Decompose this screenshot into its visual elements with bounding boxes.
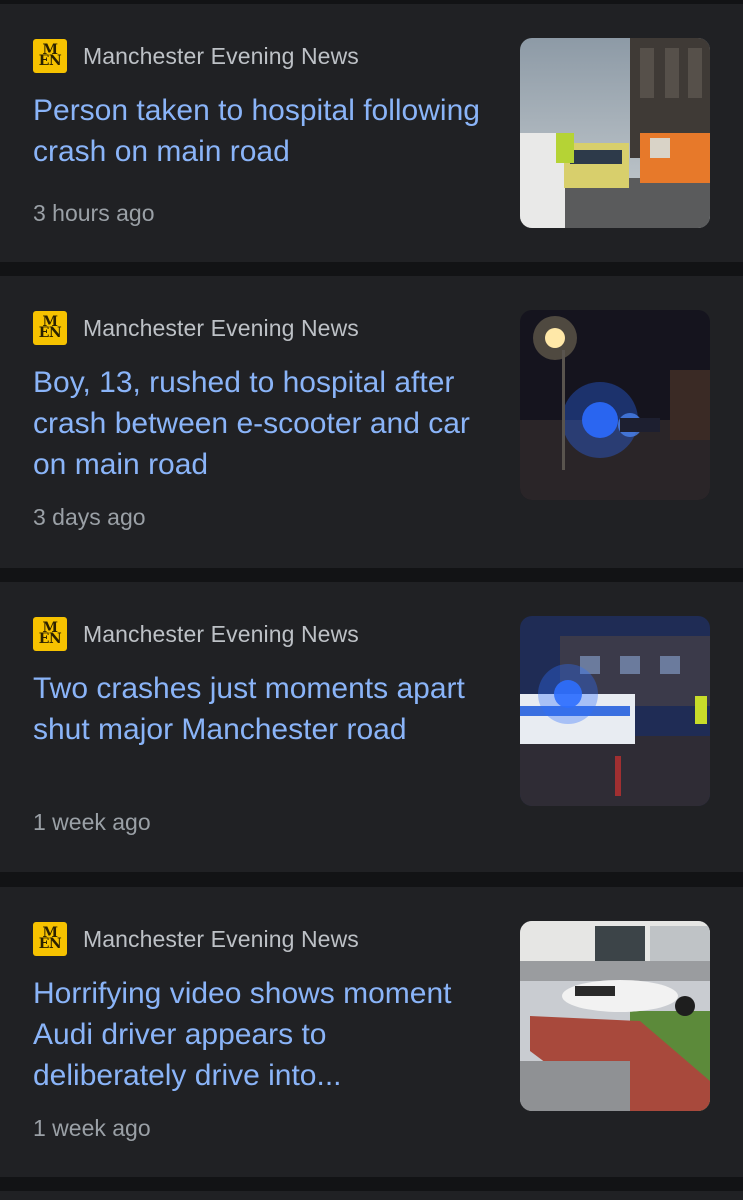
news-feed: M EN Manchester Evening News Person taken… [0,0,743,1200]
article-headline[interactable]: Horrifying video shows moment Audi drive… [33,973,488,1096]
article-headline[interactable]: Boy, 13, rushed to hospital after crash … [33,362,488,485]
publisher-logo-icon: M EN [33,922,67,956]
article-time: 1 week ago [33,809,151,835]
source-name: Manchester Evening News [83,314,359,341]
source-row: M EN Manchester Evening News [33,921,359,957]
article-time: 3 days ago [33,504,146,530]
source-row: M EN Manchester Evening News [33,616,359,652]
publisher-logo-icon: M EN [33,39,67,73]
source-row: M EN Manchester Evening News [33,310,359,346]
news-card-partial [0,1191,743,1200]
source-row: M EN Manchester Evening News [33,38,359,74]
article-thumbnail[interactable] [520,310,710,500]
article-thumbnail[interactable] [520,921,710,1111]
source-name: Manchester Evening News [83,925,359,952]
article-time: 1 week ago [33,1115,151,1141]
news-card[interactable]: M EN Manchester Evening News Person taken… [0,4,743,262]
article-thumbnail[interactable] [520,616,710,806]
publisher-logo-icon: M EN [33,617,67,651]
article-headline[interactable]: Two crashes just moments apart shut majo… [33,668,488,750]
article-thumbnail[interactable] [520,38,710,228]
article-time: 3 hours ago [33,200,155,226]
source-name: Manchester Evening News [83,620,359,647]
news-card[interactable]: M EN Manchester Evening News Horrifying v… [0,887,743,1177]
source-name: Manchester Evening News [83,42,359,69]
news-card[interactable]: M EN Manchester Evening News Boy, 13, rus… [0,276,743,568]
article-headline[interactable]: Person taken to hospital following crash… [33,90,488,172]
news-card[interactable]: M EN Manchester Evening News Two crashes … [0,582,743,872]
publisher-logo-icon: M EN [33,311,67,345]
